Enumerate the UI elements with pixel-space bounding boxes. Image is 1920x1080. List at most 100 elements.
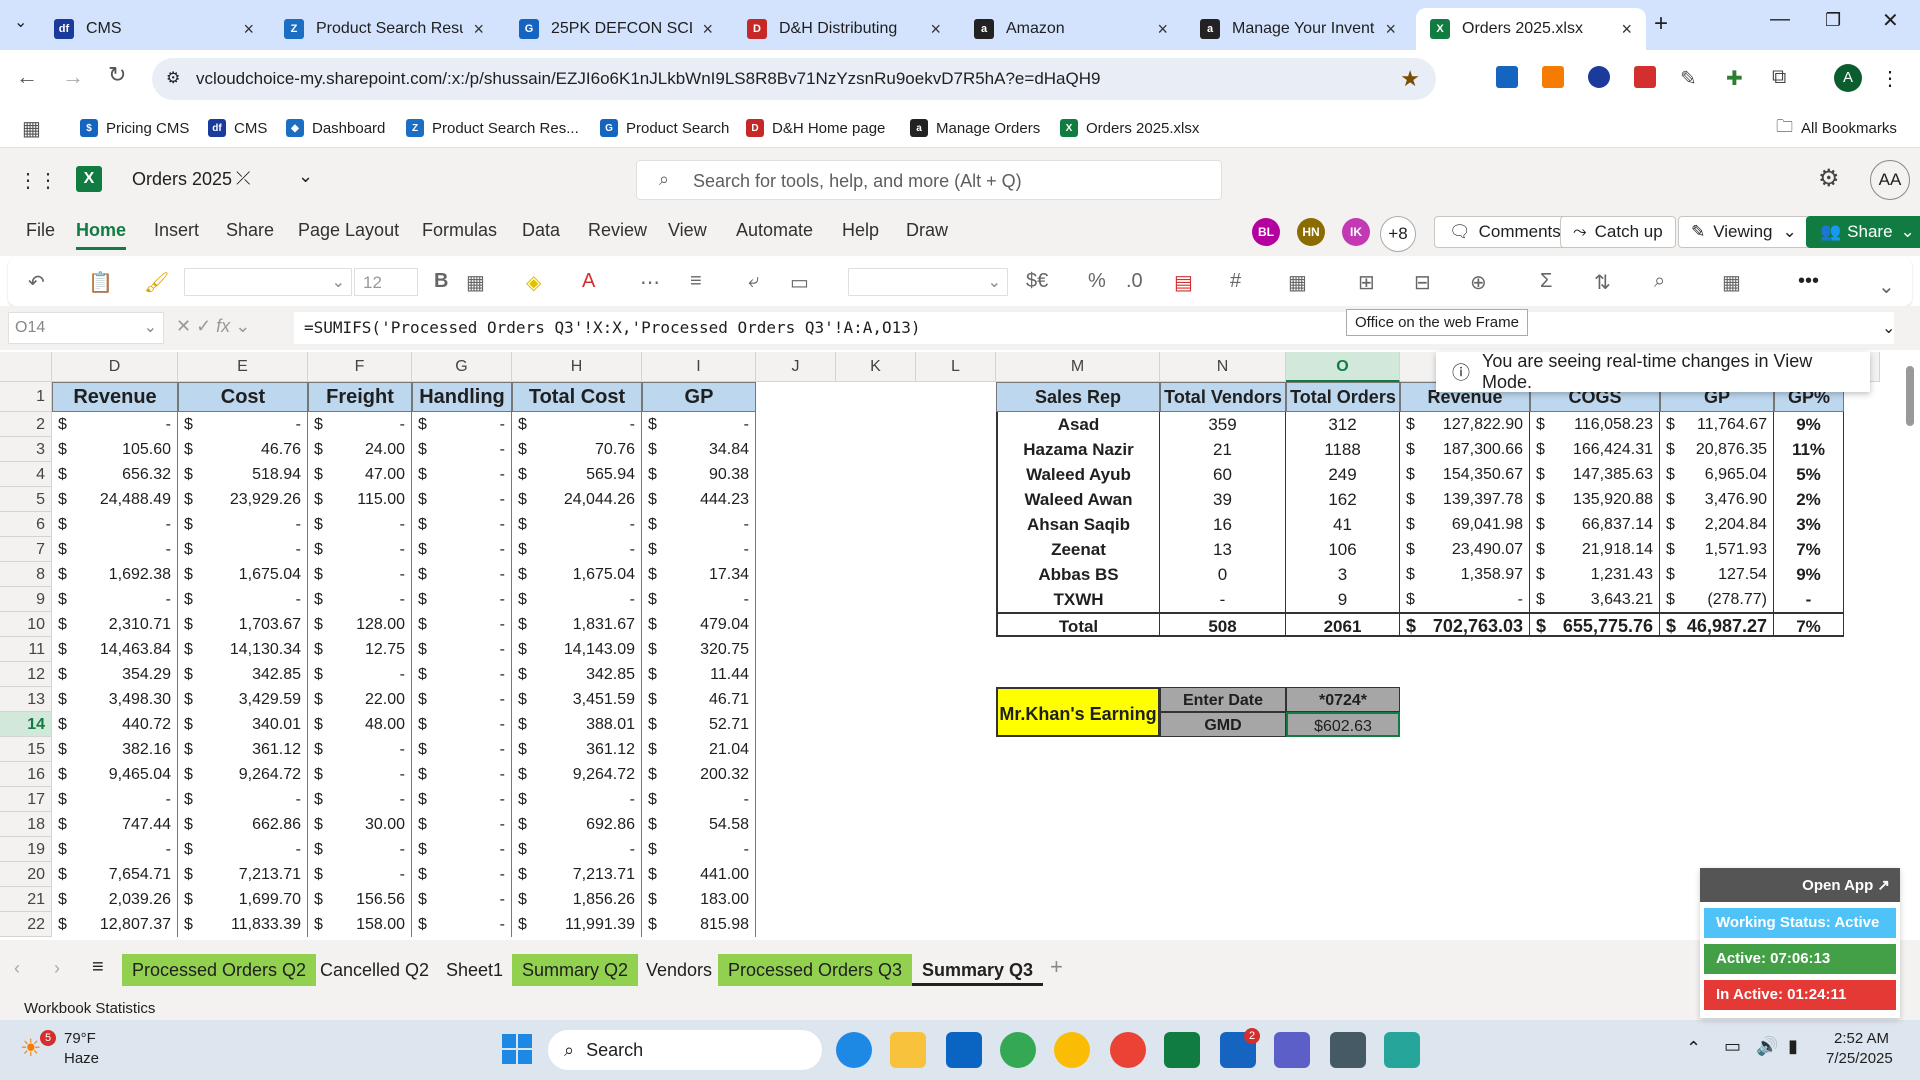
data-cell[interactable]: $ - <box>178 537 308 562</box>
bookmark-item[interactable]: Z Product Search Res... <box>406 116 579 140</box>
column-header[interactable]: D <box>52 352 178 382</box>
menu-tab-page-layout[interactable]: Page Layout <box>298 220 399 241</box>
header-cell[interactable]: GP <box>642 382 756 412</box>
summary-cell[interactable]: Waleed Ayub <box>996 462 1160 487</box>
bookmark-item[interactable]: X Orders 2025.xlsx <box>1060 116 1199 140</box>
summary-cell[interactable]: Hazama Nazir <box>996 437 1160 462</box>
enter-date-value[interactable]: *0724* <box>1286 687 1400 712</box>
summary-cell[interactable]: $1,358.97 <box>1400 562 1530 587</box>
data-cell[interactable]: $656.32 <box>52 462 178 487</box>
title-dropdown-icon[interactable]: ⌄ <box>298 166 313 187</box>
data-cell[interactable]: $1,703.67 <box>178 612 308 637</box>
bookmark-item[interactable]: G Product Search <box>600 116 729 140</box>
data-cell[interactable]: $440.72 <box>52 712 178 737</box>
merge-icon[interactable]: ▭ <box>790 270 809 295</box>
scroll-sheets-left-icon[interactable]: ‹ <box>14 958 20 979</box>
row-header[interactable]: 17 <box>0 787 52 812</box>
data-cell[interactable]: $ - <box>412 887 512 912</box>
font-size-select[interactable]: 12 <box>354 268 418 296</box>
currency-icon[interactable]: $€ <box>1026 270 1048 293</box>
summary-cell[interactable]: TXWH <box>996 587 1160 612</box>
data-cell[interactable]: $ - <box>412 812 512 837</box>
summary-cell[interactable]: $23,490.07 <box>1400 537 1530 562</box>
summary-cell[interactable]: $139,397.78 <box>1400 487 1530 512</box>
data-cell[interactable]: $ - <box>512 512 642 537</box>
extension-icon[interactable] <box>1542 66 1564 88</box>
data-cell[interactable]: $479.04 <box>642 612 756 637</box>
autosum-icon[interactable]: Σ <box>1540 270 1552 293</box>
summary-cell[interactable]: 3% <box>1774 512 1844 537</box>
format-cells-icon[interactable]: ⊕ <box>1470 270 1487 295</box>
data-cell[interactable]: $ - <box>412 637 512 662</box>
summary-cell[interactable]: $3,643.21 <box>1530 587 1660 612</box>
delete-cells-icon[interactable]: ⊟ <box>1414 270 1431 295</box>
data-cell[interactable]: $46.71 <box>642 687 756 712</box>
extension-icon[interactable] <box>1496 66 1518 88</box>
expand-formula-icon[interactable]: ⌄ <box>1882 318 1895 338</box>
column-header[interactable]: L <box>916 352 996 382</box>
data-cell[interactable]: $ - <box>178 787 308 812</box>
new-tab-button[interactable]: + <box>1654 10 1668 38</box>
summary-cell[interactable]: Abbas BS <box>996 562 1160 587</box>
data-cell[interactable]: $2,310.71 <box>52 612 178 637</box>
data-cell[interactable]: $17.34 <box>642 562 756 587</box>
row-header[interactable]: 2 <box>0 412 52 437</box>
browser-tab[interactable]: Z Product Search Resul × <box>270 8 498 50</box>
summary-header-cell[interactable]: Sales Rep <box>996 382 1160 412</box>
summary-cell[interactable]: $2,204.84 <box>1660 512 1774 537</box>
data-cell[interactable]: $ - <box>308 762 412 787</box>
data-cell[interactable]: $9,264.72 <box>512 762 642 787</box>
align-icon[interactable]: ≡ <box>690 270 702 293</box>
network-icon[interactable]: ▭ <box>1724 1036 1741 1057</box>
summary-cell[interactable]: $127,822.90 <box>1400 412 1530 437</box>
data-cell[interactable]: $ - <box>308 862 412 887</box>
data-cell[interactable]: $14,143.09 <box>512 637 642 662</box>
undo-icon[interactable]: ↶ <box>28 270 45 295</box>
column-header[interactable]: E <box>178 352 308 382</box>
summary-header-cell[interactable]: Total Orders <box>1286 382 1400 412</box>
data-cell[interactable]: $115.00 <box>308 487 412 512</box>
sheet-tab[interactable]: Processed Orders Q3 <box>718 954 913 986</box>
data-cell[interactable]: $3,451.59 <box>512 687 642 712</box>
data-cell[interactable]: $ - <box>308 837 412 862</box>
menu-tab-review[interactable]: Review <box>588 220 647 241</box>
data-cell[interactable]: $3,429.59 <box>178 687 308 712</box>
header-cell[interactable]: Handling <box>412 382 512 412</box>
summary-cell[interactable]: 359 <box>1160 412 1286 437</box>
column-header[interactable]: G <box>412 352 512 382</box>
data-cell[interactable]: $ - <box>178 512 308 537</box>
data-cell[interactable]: $46.76 <box>178 437 308 462</box>
browser-tab[interactable]: G 25PK DEFCON SCL SL × <box>505 8 727 50</box>
row-header[interactable]: 16 <box>0 762 52 787</box>
workbook-statistics[interactable]: Workbook Statistics <box>24 1000 155 1017</box>
data-cell[interactable]: $21.04 <box>642 737 756 762</box>
row-header[interactable]: 6 <box>0 512 52 537</box>
sort-filter-icon[interactable]: ⇅ <box>1594 270 1611 295</box>
data-cell[interactable]: $ - <box>178 587 308 612</box>
data-cell[interactable]: $ - <box>642 537 756 562</box>
gmd-label[interactable]: GMD <box>1160 712 1286 737</box>
summary-cell[interactable]: 21 <box>1160 437 1286 462</box>
bookmark-item[interactable]: df CMS <box>208 116 267 140</box>
wrap-text-icon[interactable]: ⤶ <box>748 270 759 293</box>
fill-color-icon[interactable]: ◈ <box>526 270 541 295</box>
data-cell[interactable]: $1,699.70 <box>178 887 308 912</box>
summary-cell[interactable]: 13 <box>1160 537 1286 562</box>
summary-cell[interactable]: 9% <box>1774 562 1844 587</box>
data-cell[interactable]: $1,856.26 <box>512 887 642 912</box>
data-cell[interactable]: $662.86 <box>178 812 308 837</box>
khan-earning-label[interactable]: Mr.Khan's Earning <box>996 687 1160 737</box>
name-box[interactable]: O14 ⌄ <box>8 312 164 344</box>
profile-avatar[interactable]: A <box>1834 64 1862 92</box>
data-cell[interactable]: $354.29 <box>52 662 178 687</box>
row-header[interactable]: 1 <box>0 382 52 412</box>
column-header[interactable]: M <box>996 352 1160 382</box>
browser-tab[interactable]: D D&H Distributing × <box>733 8 955 50</box>
summary-cell[interactable]: $69,041.98 <box>1400 512 1530 537</box>
summary-cell[interactable]: Ahsan Saqib <box>996 512 1160 537</box>
menu-tab-data[interactable]: Data <box>522 220 560 241</box>
edge-icon[interactable] <box>836 1032 872 1068</box>
data-cell[interactable]: $11.44 <box>642 662 756 687</box>
data-cell[interactable]: $24,488.49 <box>52 487 178 512</box>
extension-icon[interactable] <box>1588 66 1610 88</box>
